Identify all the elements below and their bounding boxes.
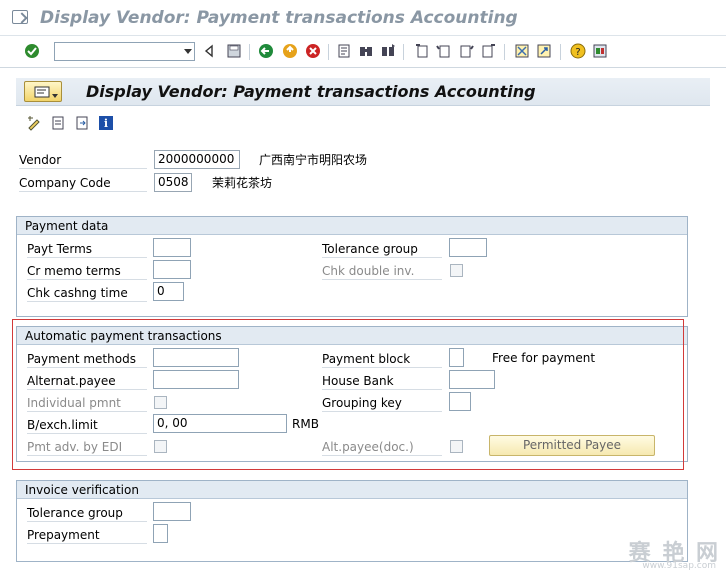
first-page-icon[interactable] xyxy=(414,43,430,59)
print-icon[interactable] xyxy=(336,43,352,59)
tolerance-group-label: Tolerance group xyxy=(322,240,442,258)
vendor-field[interactable]: 2000000000 xyxy=(154,150,240,169)
command-input[interactable] xyxy=(55,43,175,60)
prepayment-label: Prepayment xyxy=(27,526,147,544)
screen-header: Display Vendor: Payment transactions Acc… xyxy=(16,78,710,106)
watermark-url: www.91sap.com xyxy=(642,561,716,571)
application-toolbar: i xyxy=(16,110,710,136)
exit-icon[interactable] xyxy=(282,43,298,59)
next-screen-icon[interactable] xyxy=(74,115,90,131)
window-menu-icon[interactable] xyxy=(12,10,28,24)
chevron-down-icon xyxy=(52,94,58,98)
invoice-verification-title: Invoice verification xyxy=(17,481,687,499)
display-change-icon[interactable] xyxy=(26,115,42,131)
standard-toolbar: ? xyxy=(0,36,726,68)
payment-data-title: Payment data xyxy=(17,217,687,235)
cr-memo-terms-field[interactable] xyxy=(153,260,191,279)
payt-terms-label: Payt Terms xyxy=(27,240,147,258)
page-title: Display Vendor: Payment transactions Acc… xyxy=(86,82,536,101)
help-icon[interactable]: ? xyxy=(570,43,586,59)
vendor-name: 广西南宁市明阳农场 xyxy=(259,153,368,167)
command-field[interactable] xyxy=(54,42,195,61)
cancel-icon[interactable] xyxy=(305,43,321,59)
enter-check-icon[interactable] xyxy=(24,43,40,59)
payt-terms-field[interactable] xyxy=(153,238,191,257)
highlight-frame xyxy=(12,319,684,470)
menu-icon xyxy=(34,86,50,97)
chevron-down-icon[interactable] xyxy=(184,49,192,54)
tolerance-group-field[interactable] xyxy=(449,238,487,257)
cr-memo-terms-label: Cr memo terms xyxy=(27,262,147,280)
svg-text:?: ? xyxy=(575,47,580,58)
svg-text:i: i xyxy=(104,117,108,130)
last-page-icon[interactable] xyxy=(480,43,496,59)
menu-button[interactable] xyxy=(24,81,62,102)
customize-layout-icon[interactable] xyxy=(592,43,608,59)
window-title: Display Vendor: Payment transactions Acc… xyxy=(40,8,518,28)
shortcut-icon[interactable] xyxy=(536,43,552,59)
find-icon[interactable] xyxy=(358,43,374,59)
back-icon[interactable] xyxy=(258,43,274,59)
prepayment-field[interactable] xyxy=(153,524,168,543)
iv-tolerance-group-label: Tolerance group xyxy=(27,504,147,522)
chk-double-inv-checkbox[interactable] xyxy=(450,264,463,277)
chk-double-inv-label: Chk double inv. xyxy=(322,262,442,280)
company-code-label: Company Code xyxy=(19,174,147,192)
window-title-bar: Display Vendor: Payment transactions Acc… xyxy=(0,0,726,36)
chk-cashng-time-label: Chk cashng time xyxy=(27,284,147,302)
create-session-icon[interactable] xyxy=(514,43,530,59)
chk-cashng-time-field[interactable]: 0 xyxy=(153,282,184,301)
next-page-icon[interactable] xyxy=(458,43,474,59)
watermark: 赛 艳 网 www.91sap.com xyxy=(629,535,720,571)
info-icon[interactable]: i xyxy=(98,115,114,131)
other-vendor-icon[interactable] xyxy=(50,115,66,131)
save-icon[interactable] xyxy=(226,43,242,59)
company-code-field[interactable]: 0508 xyxy=(154,173,192,192)
previous-page-icon[interactable] xyxy=(436,43,452,59)
find-next-icon[interactable] xyxy=(380,43,396,59)
back-arrow-icon[interactable] xyxy=(202,43,218,59)
vendor-label: Vendor xyxy=(19,151,147,169)
company-name: 茉莉花茶坊 xyxy=(212,176,273,190)
iv-tolerance-group-field[interactable] xyxy=(153,502,191,521)
